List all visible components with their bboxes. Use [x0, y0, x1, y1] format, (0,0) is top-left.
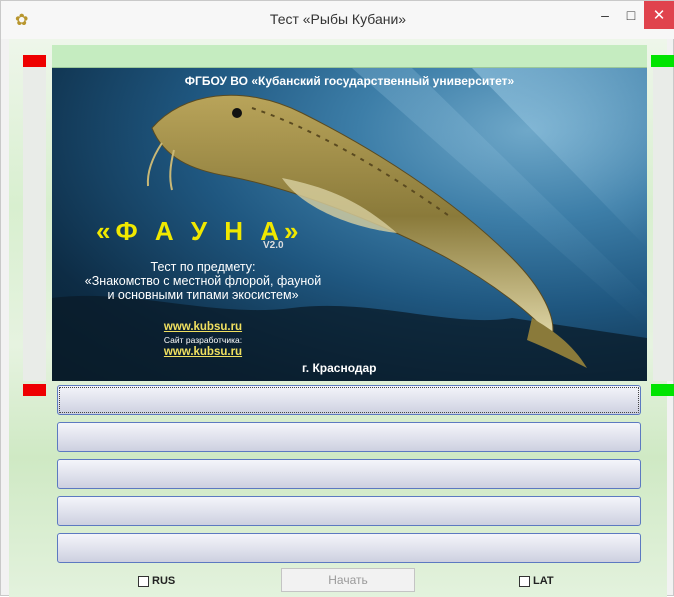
start-button[interactable]: Начать: [281, 568, 415, 592]
right-side-panel: [653, 67, 673, 381]
site-link[interactable]: www.kubsu.ru: [52, 321, 354, 333]
lat-checkbox-label: LAT: [533, 575, 554, 587]
city-label: г. Краснодар: [302, 361, 377, 375]
header-strip: [52, 45, 647, 68]
developer-link[interactable]: www.kubsu.ru: [52, 346, 354, 358]
subject-line-3: и основными типами экосистем»: [107, 288, 299, 302]
answer-button-3[interactable]: [57, 459, 641, 489]
rus-checkbox-label: RUS: [152, 575, 176, 587]
maximize-button[interactable]: □: [618, 1, 644, 29]
version-label: V2.0: [263, 240, 284, 251]
subject-line-1: Тест по предмету:: [150, 260, 256, 274]
subject-line-2: «Знакомство с местной флорой, фауной: [84, 274, 322, 288]
red-indicator-bottom: [23, 384, 46, 396]
green-indicator-bottom: [651, 384, 674, 396]
green-indicator-top: [651, 55, 674, 67]
minimize-button[interactable]: –: [592, 1, 618, 29]
app-window: ✿ Тест «Рыбы Кубани» – □ ✕ ФГБОУ ВО «Куб…: [0, 0, 674, 597]
rus-checkbox[interactable]: RUS: [138, 574, 175, 588]
window-title: Тест «Рыбы Кубани»: [269, 11, 407, 27]
developer-label: Сайт разработчика:: [163, 335, 243, 345]
answer-button-2[interactable]: [57, 422, 641, 452]
left-side-panel: [23, 67, 46, 381]
red-indicator-top: [23, 55, 46, 67]
title-bar[interactable]: ✿ Тест «Рыбы Кубани» – □ ✕: [1, 1, 674, 39]
lat-checkbox-box[interactable]: [519, 575, 530, 587]
lat-checkbox[interactable]: LAT: [519, 574, 554, 588]
answer-button-1[interactable]: [57, 385, 641, 415]
answer-button-4[interactable]: [57, 496, 641, 526]
answer-button-5[interactable]: [57, 533, 641, 563]
university-name: ФГБОУ ВО «Кубанский государственный унив…: [184, 74, 515, 88]
rus-checkbox-box[interactable]: [138, 575, 149, 587]
close-button[interactable]: ✕: [644, 1, 674, 29]
banner-image: ФГБОУ ВО «Кубанский государственный унив…: [52, 68, 647, 381]
subject-description: Тест по предмету: «Знакомство с местной …: [52, 260, 354, 302]
